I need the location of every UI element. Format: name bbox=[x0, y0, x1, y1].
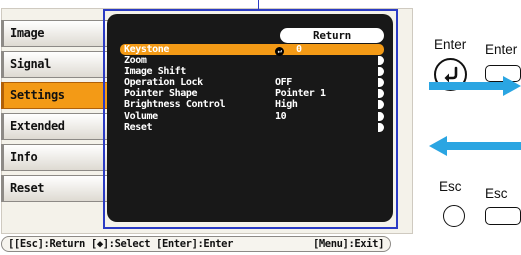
key-hint-left: [[Esc]:Return [◆]:Select [Enter]:Enter bbox=[8, 238, 234, 250]
sidebar-item-extended[interactable]: Extended bbox=[1, 113, 113, 140]
enter-label-panel: Enter bbox=[485, 42, 518, 57]
sidebar-item-settings[interactable]: Settings bbox=[1, 82, 113, 109]
esc-button-icon bbox=[443, 205, 465, 227]
enter-label-remote: Enter bbox=[434, 37, 467, 52]
arrow-right-icon bbox=[429, 76, 521, 96]
sidebar-item-signal[interactable]: Signal bbox=[1, 51, 113, 78]
sidebar-item-image[interactable]: Image bbox=[1, 20, 113, 47]
esc-label-remote: Esc bbox=[439, 179, 462, 194]
sidebar: Image Signal Settings Extended Info Rese… bbox=[1, 20, 113, 206]
key-hint-right: [Menu]:Exit] bbox=[312, 238, 384, 250]
key-hint-bar: [[Esc]:Return [◆]:Select [Enter]:Enter [… bbox=[1, 236, 391, 252]
sidebar-item-reset[interactable]: Reset bbox=[1, 175, 113, 202]
focus-outline bbox=[103, 9, 398, 229]
projector-osd: Image Signal Settings Extended Info Rese… bbox=[0, 0, 415, 255]
esc-panel-button-icon bbox=[485, 207, 521, 225]
esc-label-panel: Esc bbox=[485, 186, 508, 201]
button-legend: Enter Enter Esc Esc bbox=[425, 0, 521, 255]
arrow-left-icon bbox=[429, 136, 521, 156]
sidebar-item-info[interactable]: Info bbox=[1, 144, 113, 171]
